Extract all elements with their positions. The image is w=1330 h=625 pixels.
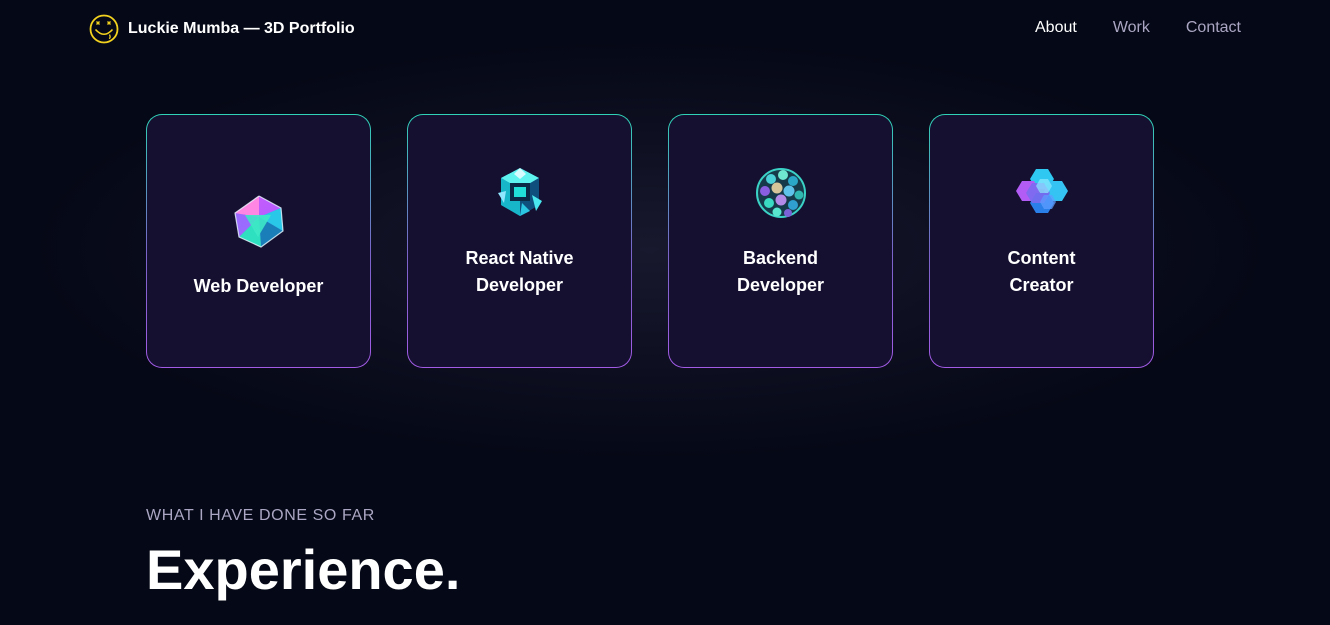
service-card-title: Content Creator xyxy=(1007,248,1076,295)
brand-title: Luckie Mumba — 3D Portfolio xyxy=(128,20,355,37)
crystal-cube-icon xyxy=(492,165,548,221)
brand-link[interactable]: Luckie Mumba — 3D Portfolio xyxy=(89,14,355,44)
nav-link-work[interactable]: Work xyxy=(1113,19,1150,37)
hexagon-cluster-icon xyxy=(1014,165,1070,221)
page: Luckie Mumba — 3D Portfolio About Work C… xyxy=(0,0,1330,625)
nav-link-contact[interactable]: Contact xyxy=(1186,19,1241,37)
service-cards: Web Developer React Native Developer Bac… xyxy=(146,114,1154,368)
service-card-react-native-developer[interactable]: React Native Developer xyxy=(407,114,632,368)
navbar: Luckie Mumba — 3D Portfolio About Work C… xyxy=(0,0,1330,60)
service-card-body: Content Creator xyxy=(930,115,1153,367)
service-card-title: React Native Developer xyxy=(465,248,574,295)
faceted-gem-icon xyxy=(231,193,287,249)
service-card-backend-developer[interactable]: Backend Developer xyxy=(668,114,893,368)
smiley-face-icon xyxy=(89,14,119,44)
section-subtitle: WHAT I HAVE DONE SO FAR xyxy=(146,507,375,524)
service-card-body: React Native Developer xyxy=(408,115,631,367)
nav-links: About Work Contact xyxy=(1035,19,1241,37)
service-card-title: Backend Developer xyxy=(736,248,825,295)
section-heading: Experience. xyxy=(146,538,461,601)
nav-link-about[interactable]: About xyxy=(1035,19,1077,37)
service-card-body: Web Developer xyxy=(147,115,370,367)
service-card-body: Backend Developer xyxy=(669,115,892,367)
bead-sphere-icon xyxy=(753,165,809,221)
service-card-web-developer[interactable]: Web Developer xyxy=(146,114,371,368)
service-card-title: Web Developer xyxy=(193,275,324,296)
service-card-content-creator[interactable]: Content Creator xyxy=(929,114,1154,368)
